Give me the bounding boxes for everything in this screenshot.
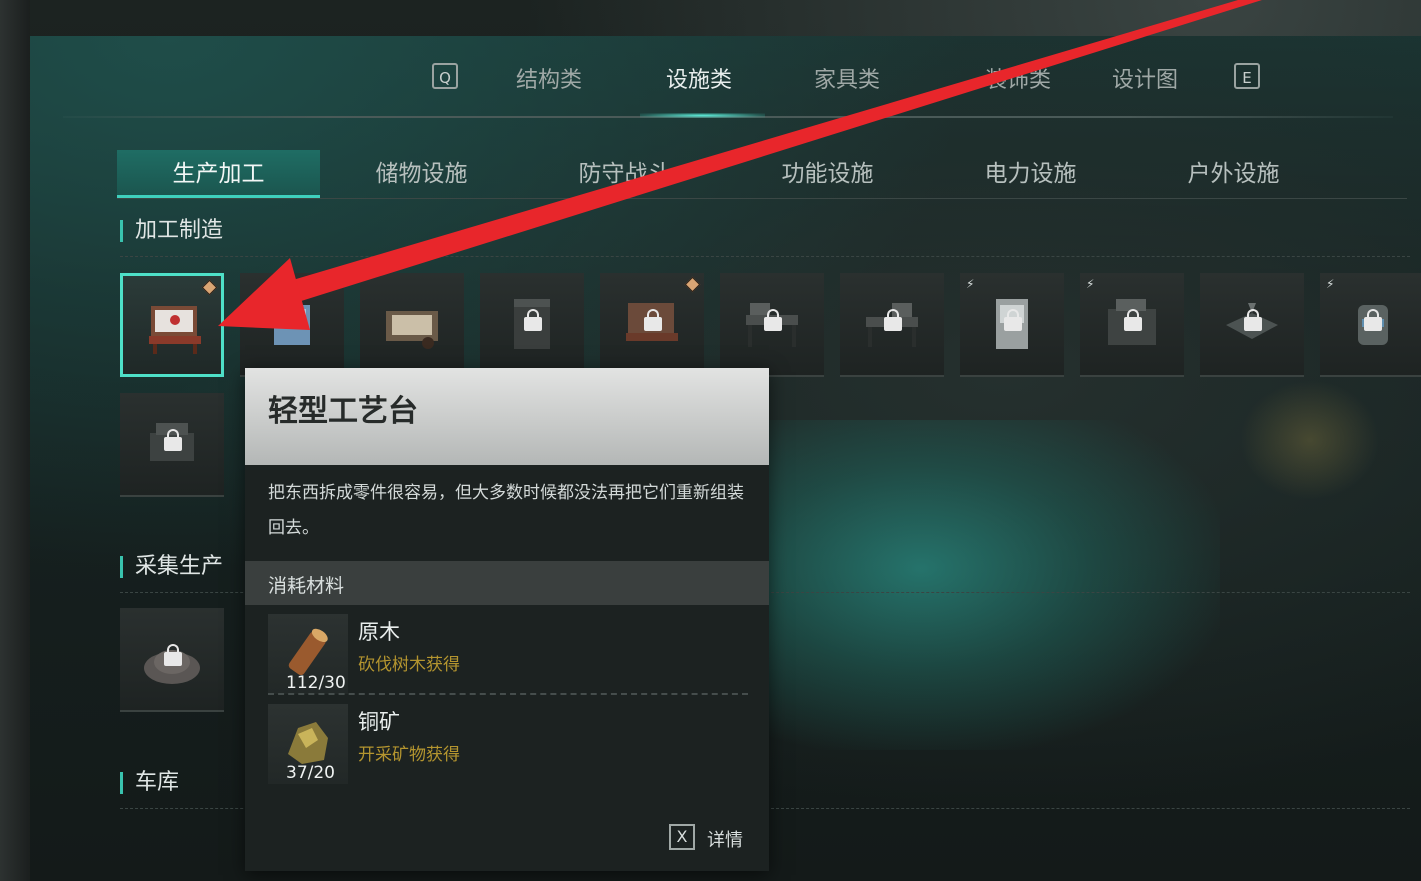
loom-icon	[386, 311, 438, 349]
lock-icon	[1004, 309, 1022, 333]
material-source: 砍伐树木获得	[358, 655, 460, 675]
item-tile[interactable]	[240, 273, 344, 377]
power-icon: ⚡	[1326, 277, 1335, 291]
lock-icon	[884, 309, 902, 333]
power-icon: ⚡	[1086, 277, 1095, 291]
material-name: 原木	[358, 620, 400, 644]
subtab-storage[interactable]: 储物设施	[320, 150, 523, 198]
lock-icon	[764, 309, 782, 333]
section-title-gathering: 采集生产	[120, 556, 223, 578]
subtab-defense[interactable]: 防守战斗	[523, 150, 726, 198]
lock-icon	[524, 309, 542, 333]
detail-button-label[interactable]: 详情	[707, 826, 743, 852]
tab-furniture[interactable]: 家具类	[814, 62, 880, 94]
copper-ore-icon: 37/20	[268, 704, 348, 784]
item-tile[interactable]	[360, 273, 464, 377]
section-title-crafting: 加工制造	[120, 220, 223, 242]
tab-facility[interactable]: 设施类	[666, 62, 732, 94]
top-tab-bar: Q 结构类 设施类 家具类 …装饰类 设计图 E	[0, 0, 1421, 120]
subtab-power[interactable]: 电力设施	[929, 150, 1132, 198]
item-tile[interactable]	[720, 273, 824, 377]
log-icon: 112/30	[268, 614, 348, 694]
item-tile[interactable]	[600, 273, 704, 377]
prev-tab-key[interactable]: Q	[432, 63, 458, 89]
material-count: 112/30	[286, 673, 346, 693]
subtab-outdoor[interactable]: 户外设施	[1132, 150, 1335, 198]
detail-key-badge[interactable]: X	[669, 824, 695, 850]
material-divider	[268, 693, 748, 695]
item-tile[interactable]: ⚡	[1320, 273, 1421, 377]
material-row: 112/30 原木 砍伐树木获得	[268, 614, 748, 694]
power-icon: ⚡	[966, 277, 975, 291]
materials-label: 消耗材料	[268, 575, 345, 597]
new-marker-icon	[201, 279, 218, 296]
item-tile[interactable]	[120, 608, 224, 712]
next-tab-key[interactable]: E	[1234, 63, 1260, 89]
left-edge	[0, 0, 30, 881]
lock-icon	[644, 309, 662, 333]
section-title-garage: 车库	[120, 772, 179, 794]
background-light	[1240, 380, 1380, 500]
item-tile[interactable]	[840, 273, 944, 377]
item-tile[interactable]	[1200, 273, 1304, 377]
popup-title: 轻型工艺台	[268, 394, 418, 429]
lock-icon	[1364, 309, 1382, 333]
popup-description: 把东西拆成零件很容易，但大多数时候都没法再把它们重新组装回去。	[268, 483, 744, 538]
background-blur	[760, 420, 1220, 750]
lock-icon	[164, 644, 182, 668]
item-tile[interactable]	[480, 273, 584, 377]
new-marker-icon	[684, 276, 701, 293]
item-tile[interactable]	[120, 393, 224, 497]
subtab-function[interactable]: 功能设施	[726, 150, 929, 198]
material-name: 铜矿	[358, 710, 400, 734]
active-tab-indicator	[640, 113, 765, 118]
lock-icon	[1124, 309, 1142, 333]
lock-icon	[164, 429, 182, 453]
material-source: 开采矿物获得	[358, 745, 460, 765]
item-tile[interactable]: ⚡	[960, 273, 1064, 377]
blue-cabinet-icon	[274, 305, 310, 345]
section-divider	[120, 256, 1410, 257]
material-count: 37/20	[286, 763, 335, 783]
subtab-production[interactable]: 生产加工	[117, 150, 320, 198]
item-tile[interactable]: ⚡	[1080, 273, 1184, 377]
lock-icon	[1244, 309, 1262, 333]
subtab-divider	[117, 198, 1407, 199]
tab-structure[interactable]: 结构类	[516, 62, 582, 94]
workbench-icon	[149, 306, 201, 354]
item-tile-light-workbench[interactable]	[120, 273, 224, 377]
item-detail-popup: 轻型工艺台 把东西拆成零件很容易，但大多数时候都没法再把它们重新组装回去。 消耗…	[245, 368, 769, 871]
tab-decoration[interactable]: …装饰类	[963, 62, 1051, 94]
materials-header: 消耗材料	[245, 561, 769, 605]
material-row: 37/20 铜矿 开采矿物获得	[268, 704, 748, 784]
popup-header: 轻型工艺台	[245, 368, 769, 465]
tab-blueprint[interactable]: 设计图	[1112, 62, 1178, 94]
